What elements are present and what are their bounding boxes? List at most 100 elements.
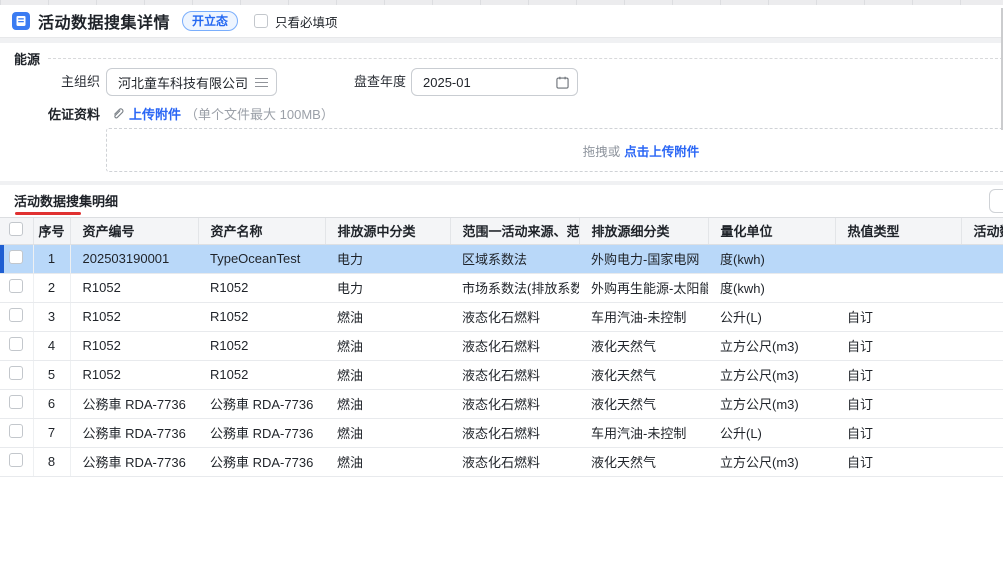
- cell-r0-c2: TypeOceanTest: [198, 244, 325, 273]
- upload-dropzone[interactable]: 拖拽或 点击上传附件: [106, 128, 1003, 172]
- cell-r4-c8: [961, 360, 1003, 389]
- cell-r5-c0: 6: [33, 389, 70, 418]
- org-field-label: 主组织: [0, 68, 100, 96]
- table-row[interactable]: 1202503190001TypeOceanTest电力区域系数法外购电力-国家…: [0, 244, 1003, 273]
- select-all-checkbox[interactable]: [9, 222, 23, 236]
- cell-r4-c5: 液化天然气: [579, 360, 708, 389]
- cell-r5-c5: 液化天然气: [579, 389, 708, 418]
- column-header-5: 排放源细分类: [579, 218, 708, 244]
- row-select-cell: [0, 418, 33, 447]
- table-row[interactable]: 5R1052R1052燃油液态化石燃料液化天然气立方公尺(m3)自订: [0, 360, 1003, 389]
- cell-r6-c6: 公升(L): [708, 418, 835, 447]
- detail-tab-bar: 活动数据搜集明细: [0, 185, 1003, 217]
- row-select-cell: [0, 302, 33, 331]
- cell-r6-c0: 7: [33, 418, 70, 447]
- cell-r6-c3: 燃油: [325, 418, 450, 447]
- cell-r1-c2: R1052: [198, 273, 325, 302]
- attachment-row: 佐证资料 上传附件 （单个文件最大 100MB）: [0, 104, 334, 122]
- table-row[interactable]: 8公務車 RDA-7736公務車 RDA-7736燃油液态化石燃料液化天然气立方…: [0, 447, 1003, 476]
- cell-r7-c7: 自订: [835, 447, 961, 476]
- cell-r7-c1: 公務車 RDA-7736: [70, 447, 198, 476]
- cell-r3-c1: R1052: [70, 331, 198, 360]
- cell-r1-c7: [835, 273, 961, 302]
- row-select-cell: [0, 331, 33, 360]
- cell-r2-c2: R1052: [198, 302, 325, 331]
- cell-r5-c3: 燃油: [325, 389, 450, 418]
- cell-r5-c7: 自订: [835, 389, 961, 418]
- attachment-label: 佐证资料: [0, 104, 100, 123]
- cell-r7-c6: 立方公尺(m3): [708, 447, 835, 476]
- row-checkbox[interactable]: [9, 279, 23, 293]
- required-only-checkbox[interactable]: [254, 14, 268, 28]
- row-checkbox[interactable]: [9, 337, 23, 351]
- required-only-toggle[interactable]: 只看必填项: [254, 12, 338, 31]
- column-header-8: 活动数据: [961, 218, 1003, 244]
- app-header: 活动数据搜集详情 开立态 只看必填项: [0, 5, 1003, 38]
- cell-r1-c1: R1052: [70, 273, 198, 302]
- cell-r5-c4: 液态化石燃料: [450, 389, 579, 418]
- table-row[interactable]: 7公務車 RDA-7736公務車 RDA-7736燃油液态化石燃料车用汽油-未控…: [0, 418, 1003, 447]
- table-settings-button[interactable]: [989, 189, 1003, 213]
- org-field[interactable]: 河北童车科技有限公司: [106, 68, 277, 96]
- row-checkbox[interactable]: [9, 453, 23, 467]
- calendar-icon[interactable]: [556, 76, 569, 89]
- cell-r1-c0: 2: [33, 273, 70, 302]
- cell-r6-c8: [961, 418, 1003, 447]
- cell-r7-c2: 公務車 RDA-7736: [198, 447, 325, 476]
- cell-r0-c5: 外购电力-国家电网: [579, 244, 708, 273]
- cell-r4-c1: R1052: [70, 360, 198, 389]
- period-field-value: 2025-01: [423, 75, 556, 90]
- lookup-list-icon[interactable]: [255, 77, 268, 88]
- table-row[interactable]: 3R1052R1052燃油液态化石燃料车用汽油-未控制公升(L)自订: [0, 302, 1003, 331]
- row-checkbox[interactable]: [9, 250, 23, 264]
- activity-data-detail-page: { "header": { "title": "活动数据搜集详情", "stat…: [0, 0, 1003, 564]
- table-row[interactable]: 2R1052R1052电力市场系数法(排放系数…外购再生能源-太阳能度(kwh): [0, 273, 1003, 302]
- column-header-4: 范围一活动来源、范…: [450, 218, 579, 244]
- cell-r0-c8: [961, 244, 1003, 273]
- cell-r5-c6: 立方公尺(m3): [708, 389, 835, 418]
- cell-r1-c8: [961, 273, 1003, 302]
- cell-r1-c5: 外购再生能源-太阳能: [579, 273, 708, 302]
- page-title: 活动数据搜集详情: [38, 9, 170, 33]
- row-checkbox[interactable]: [9, 308, 23, 322]
- active-tab-underline: [15, 212, 81, 215]
- cell-r3-c0: 4: [33, 331, 70, 360]
- cell-r2-c5: 车用汽油-未控制: [579, 302, 708, 331]
- table-row[interactable]: 4R1052R1052燃油液态化石燃料液化天然气立方公尺(m3)自订: [0, 331, 1003, 360]
- cell-r3-c2: R1052: [198, 331, 325, 360]
- upload-size-hint: （单个文件最大 100MB）: [185, 104, 334, 123]
- dropzone-upload-link[interactable]: 点击上传附件: [624, 141, 699, 160]
- cell-r4-c4: 液态化石燃料: [450, 360, 579, 389]
- required-only-label: 只看必填项: [275, 12, 338, 31]
- cell-r6-c2: 公務車 RDA-7736: [198, 418, 325, 447]
- cell-r4-c0: 5: [33, 360, 70, 389]
- cell-r2-c8: [961, 302, 1003, 331]
- cell-r3-c8: [961, 331, 1003, 360]
- tab-activity-detail[interactable]: 活动数据搜集明细: [14, 191, 118, 210]
- row-select-cell: [0, 360, 33, 389]
- row-checkbox[interactable]: [9, 424, 23, 438]
- cell-r1-c6: 度(kwh): [708, 273, 835, 302]
- cell-r5-c8: [961, 389, 1003, 418]
- cell-r7-c5: 液化天然气: [579, 447, 708, 476]
- cell-r7-c0: 8: [33, 447, 70, 476]
- upload-attachment-link[interactable]: 上传附件: [129, 104, 181, 123]
- period-field[interactable]: 2025-01: [411, 68, 578, 96]
- cell-r7-c8: [961, 447, 1003, 476]
- cell-r3-c7: 自订: [835, 331, 961, 360]
- cell-r5-c2: 公務車 RDA-7736: [198, 389, 325, 418]
- row-select-cell: [0, 447, 33, 476]
- detail-table-panel: 活动数据搜集明细 序号资产编号资产名称排放源中分类范围一活动来源、范…排放源细分…: [0, 185, 1003, 564]
- period-field-label: 盘查年度: [340, 68, 406, 96]
- row-checkbox[interactable]: [9, 395, 23, 409]
- cell-r2-c6: 公升(L): [708, 302, 835, 331]
- row-checkbox[interactable]: [9, 366, 23, 380]
- select-all-cell: [0, 218, 33, 244]
- document-icon: [12, 12, 30, 30]
- cell-r2-c7: 自订: [835, 302, 961, 331]
- table-row[interactable]: 6公務車 RDA-7736公務車 RDA-7736燃油液态化石燃料液化天然气立方…: [0, 389, 1003, 418]
- cell-r4-c3: 燃油: [325, 360, 450, 389]
- section-divider: [48, 58, 1003, 59]
- cell-r1-c3: 电力: [325, 273, 450, 302]
- cell-r4-c2: R1052: [198, 360, 325, 389]
